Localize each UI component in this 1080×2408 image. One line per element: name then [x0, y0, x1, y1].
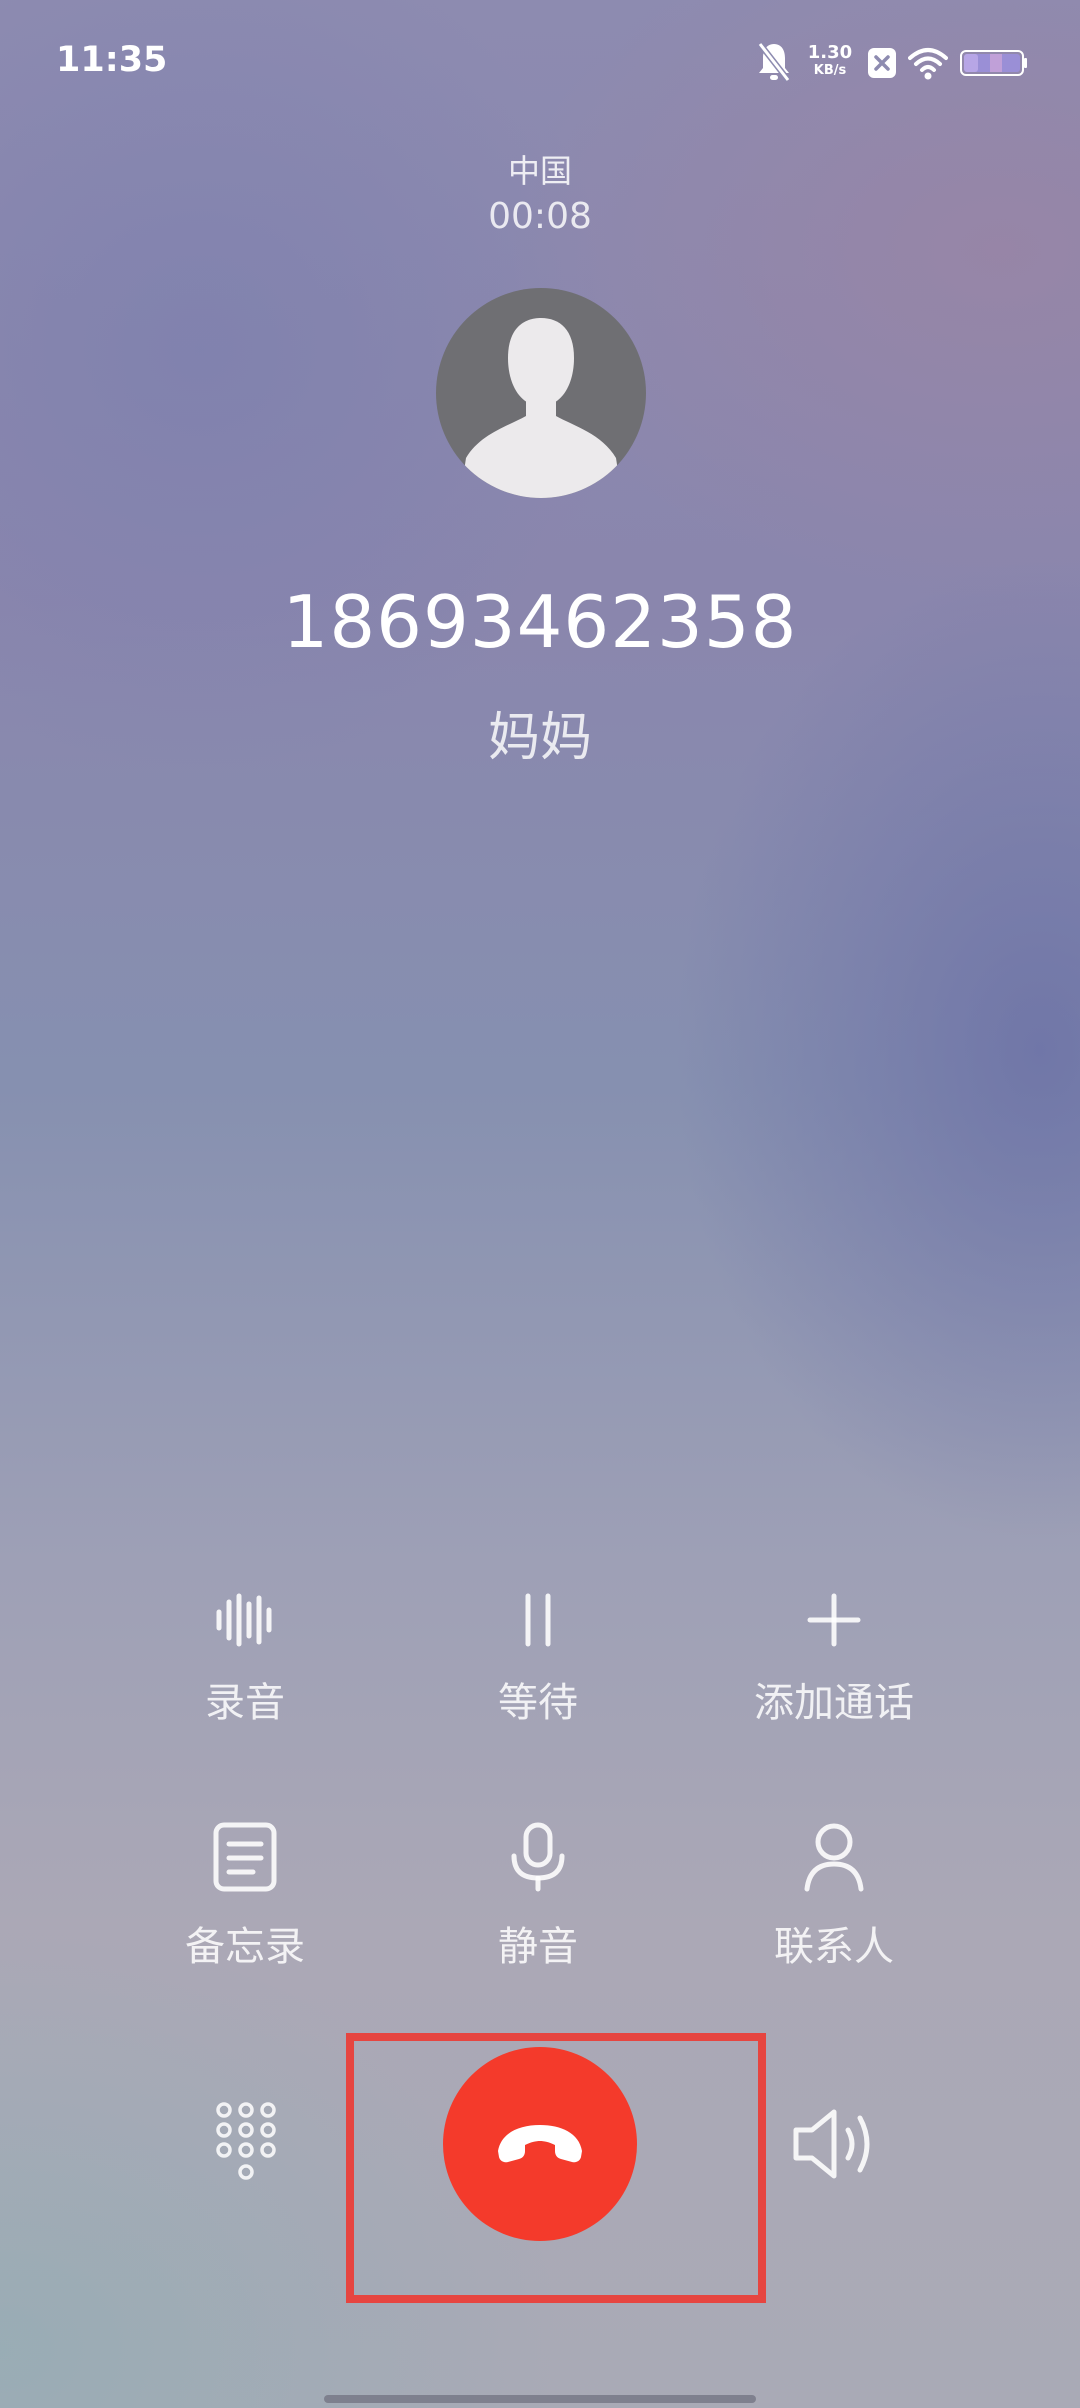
- network-speed-value: 1.30: [807, 42, 853, 63]
- caller-location: 中国: [507, 152, 572, 190]
- call-duration: 00:08: [488, 196, 592, 237]
- end-call-button[interactable]: [443, 2047, 637, 2241]
- pause-icon: [525, 1593, 551, 1647]
- keypad-button[interactable]: [214, 2100, 278, 2190]
- status-bar: 11:35 1.30 KB/s: [0, 0, 1080, 120]
- phone-number: 18693462358: [282, 580, 798, 664]
- contacts-label: 联系人: [774, 1924, 894, 1970]
- close-box-icon: [868, 48, 896, 78]
- mute-button[interactable]: 静音: [388, 1822, 688, 1972]
- memo-label: 备忘录: [185, 1924, 305, 1970]
- avatar: [436, 288, 646, 498]
- record-waveform-icon: [216, 1593, 272, 1647]
- record-button[interactable]: 录音: [95, 1592, 395, 1728]
- bell-muted-icon: [757, 42, 791, 82]
- battery-icon: [960, 50, 1027, 76]
- hang-up-icon: [498, 2125, 582, 2163]
- network-speed-unit: KB/s: [813, 63, 847, 78]
- wifi-icon: [908, 48, 948, 80]
- dialpad-icon: [216, 2102, 276, 2180]
- plus-icon: [807, 1593, 861, 1647]
- hold-button[interactable]: 等待: [388, 1592, 688, 1728]
- person-silhouette-icon: [460, 318, 622, 498]
- contact-name: 妈妈: [487, 708, 592, 768]
- add-call-label: 添加通话: [754, 1680, 914, 1726]
- call-screen: 11:35 1.30 KB/s 中国 00:08 18693462358 妈妈 …: [0, 0, 1080, 2408]
- memo-button[interactable]: 备忘录: [95, 1822, 395, 1972]
- contacts-button[interactable]: 联系人: [684, 1822, 984, 1972]
- home-indicator[interactable]: [324, 2395, 756, 2403]
- status-icons: 1.30 KB/s: [756, 40, 1028, 88]
- status-time: 11:35: [56, 40, 168, 80]
- hold-label: 等待: [498, 1680, 578, 1726]
- memo-icon: [213, 1822, 277, 1892]
- add-call-button[interactable]: 添加通话: [684, 1592, 984, 1728]
- record-label: 录音: [205, 1680, 285, 1726]
- caller-info: 中国 00:08: [0, 140, 1080, 246]
- speaker-icon: [793, 2109, 870, 2179]
- person-icon: [804, 1823, 864, 1892]
- speaker-button[interactable]: [790, 2104, 880, 2184]
- microphone-icon: [511, 1822, 565, 1892]
- mute-label: 静音: [498, 1924, 578, 1970]
- network-speed: 1.30 KB/s: [804, 40, 856, 78]
